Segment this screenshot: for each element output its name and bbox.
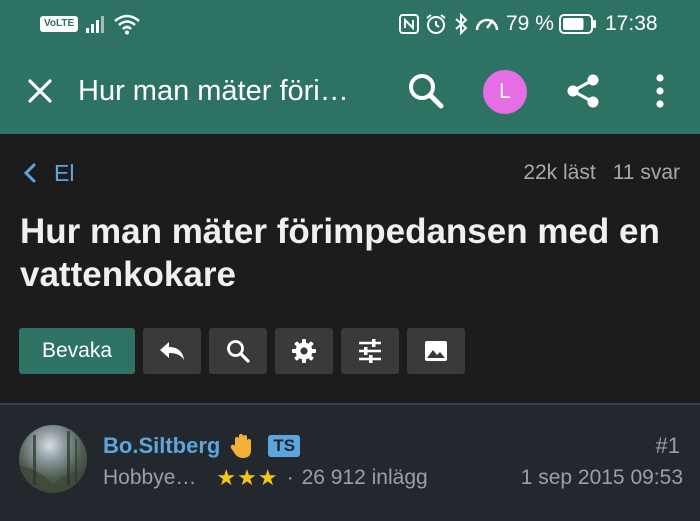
app-bar: Hur man mäter föri… L — [0, 48, 700, 134]
search-button[interactable] — [402, 67, 450, 115]
clock: 17:38 — [605, 12, 658, 35]
chevron-left-icon — [23, 163, 36, 183]
post-body-preview — [20, 512, 680, 521]
close-icon — [28, 79, 52, 103]
alarm-icon — [424, 0, 448, 48]
settings-button[interactable] — [275, 328, 333, 374]
more-button[interactable] — [640, 68, 680, 114]
meta-separator: · — [286, 466, 294, 489]
watch-button[interactable]: Bevaka — [19, 328, 135, 374]
status-bar: VoLTE 79 % 17:38 — [0, 0, 700, 48]
app-bar-title: Hur man mäter föri… — [78, 74, 349, 107]
search-thread-button[interactable] — [209, 328, 267, 374]
filter-button[interactable] — [341, 328, 399, 374]
battery-percent-container: 79 % — [506, 0, 554, 48]
post-date: 1 sep 2015 09:53 — [520, 466, 683, 489]
image-button[interactable] — [407, 328, 465, 374]
reply-button[interactable] — [143, 328, 201, 374]
image-icon — [425, 341, 447, 361]
breadcrumb-label: El — [54, 159, 75, 186]
sliders-icon — [359, 339, 381, 363]
share-icon — [567, 74, 599, 108]
avatar: L — [483, 70, 527, 114]
author-name[interactable]: Bo.Siltberg — [103, 433, 220, 459]
wifi-icon — [113, 0, 141, 48]
views-count: 22k läst — [523, 161, 596, 184]
search-icon — [409, 74, 444, 109]
battery-icon — [559, 0, 597, 48]
post-meta: Hobbye… ★★★ · 26 912 inlägg 1 sep 2015 0… — [103, 458, 683, 498]
thread-title: Hur man mäter förimpedansen med en vatte… — [20, 212, 660, 294]
author-role: Hobbye… — [103, 466, 197, 489]
raised-hand-icon — [231, 434, 252, 458]
clock-container: 17:38 — [605, 0, 658, 48]
battery-percent: 79 % — [506, 12, 554, 35]
breadcrumb[interactable]: El — [22, 157, 74, 189]
close-button[interactable] — [18, 69, 62, 113]
volte-label: VoLTE — [40, 16, 79, 32]
author-avatar[interactable] — [19, 425, 87, 493]
volte-indicator: VoLTE — [40, 0, 79, 48]
ts-badge: TS — [268, 435, 301, 457]
avatar-letter: L — [499, 80, 511, 103]
nfc-icon — [398, 0, 420, 48]
data-saver-icon — [473, 0, 501, 48]
thread-stats: 22k läst 11 svar — [523, 157, 680, 189]
share-button[interactable] — [560, 68, 606, 114]
reply-icon — [160, 342, 184, 360]
post-count: 26 912 inlägg — [301, 466, 428, 489]
search-icon — [227, 340, 250, 363]
bluetooth-icon — [453, 0, 469, 48]
gear-icon — [292, 339, 316, 363]
replies-count: 11 svar — [612, 161, 680, 184]
account-button[interactable]: L — [482, 69, 528, 115]
rating-stars: ★★★ — [216, 465, 279, 490]
signal-icon — [84, 0, 110, 48]
more-vertical-icon — [656, 74, 664, 108]
